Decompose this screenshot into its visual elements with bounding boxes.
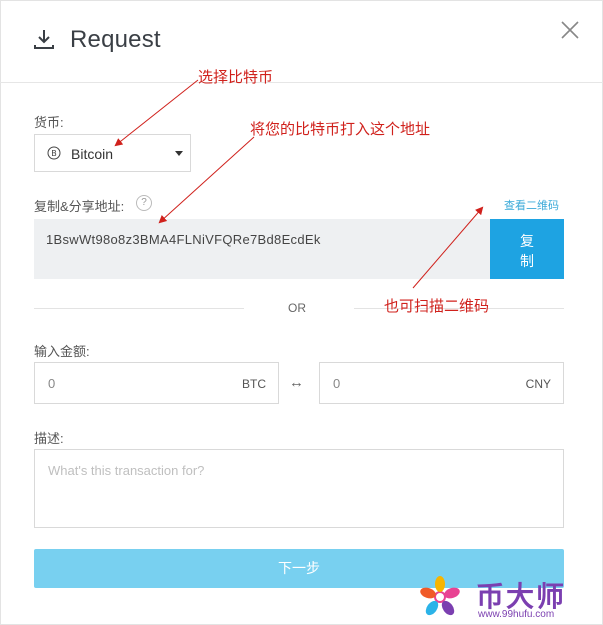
btc-unit: BTC [242, 377, 266, 391]
description-placeholder: What's this transaction for? [48, 463, 205, 478]
bitcoin-icon: B [47, 146, 61, 160]
chevron-down-icon [175, 151, 183, 156]
annotation-send-address: 将您的比特币打入这个地址 [250, 120, 431, 138]
copy-button-label-2: 制 [520, 253, 534, 269]
copy-button[interactable]: 复 制 [490, 219, 564, 279]
download-icon [34, 30, 54, 49]
btc-amount-value: 0 [48, 376, 56, 391]
annotation-scan-qr: 也可扫描二维码 [384, 297, 490, 315]
divider-left [34, 308, 244, 309]
cny-unit: CNY [525, 377, 551, 391]
currency-select[interactable]: B Bitcoin [34, 134, 191, 172]
description-input[interactable]: What's this transaction for? [34, 449, 564, 528]
btc-amount-input[interactable]: 0 BTC [34, 362, 279, 404]
svg-text:B: B [51, 149, 57, 158]
description-label: 描述: [34, 431, 64, 446]
annotation-select-btc: 选择比特币 [198, 68, 274, 86]
copy-button-label-1: 复 [520, 233, 534, 249]
address-field[interactable] [34, 219, 490, 279]
or-separator: OR [288, 301, 306, 315]
address-value: 1BswWt98o8z3BMA4FLNiVFQRe7Bd8EcdEk [46, 232, 321, 247]
address-label: 复制&分享地址: [34, 199, 125, 214]
cny-amount-value: 0 [333, 376, 341, 391]
amount-label: 输入金额: [34, 344, 90, 359]
view-qr-link[interactable]: 查看二维码 [504, 197, 559, 213]
currency-label: 货币: [34, 115, 64, 130]
help-icon[interactable]: ? [136, 195, 152, 211]
dialog-header: Request [0, 0, 603, 83]
currency-selected-value: Bitcoin [71, 146, 114, 162]
swap-icon: ↔ [289, 374, 304, 391]
close-icon[interactable] [558, 18, 582, 42]
watermark-url: www.99hufu.com [478, 609, 555, 620]
dialog-title: Request [70, 26, 161, 53]
cny-amount-input[interactable]: 0 CNY [319, 362, 564, 404]
